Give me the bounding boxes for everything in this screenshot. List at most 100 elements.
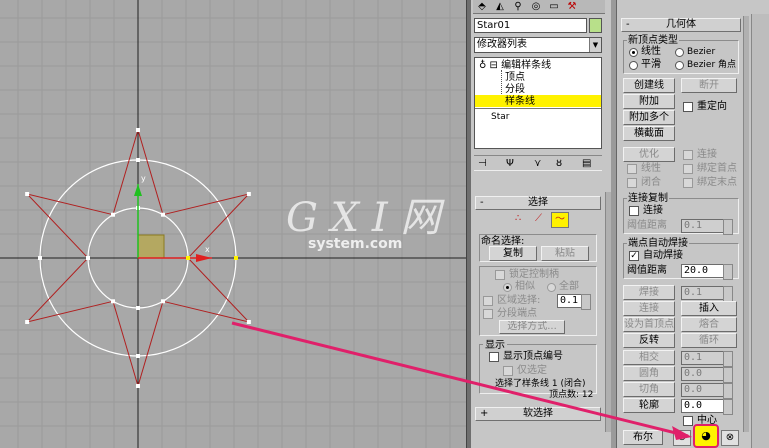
- center-checkbox[interactable]: [683, 416, 693, 426]
- star-vertex[interactable]: [161, 212, 165, 217]
- bezier-corner-radio[interactable]: [675, 61, 684, 70]
- create-line-button[interactable]: 创建线: [623, 78, 675, 93]
- segment-end-checkbox[interactable]: [483, 309, 493, 319]
- fuse-button[interactable]: 熔合: [681, 317, 737, 332]
- panel-scrollbar-right[interactable]: [743, 16, 749, 432]
- hierarchy-tab-icon[interactable]: ⚲: [511, 1, 525, 13]
- object-name-field[interactable]: Star01: [474, 18, 587, 33]
- boolean-button[interactable]: 布尔: [623, 430, 663, 445]
- circle-vertex[interactable]: [136, 158, 140, 162]
- stack-root-item[interactable]: ♁ ⊟ 编辑样条线: [479, 60, 551, 72]
- stack-base-object[interactable]: Star: [491, 111, 509, 123]
- cross-section-button[interactable]: 横截面: [623, 126, 675, 141]
- reverse-button[interactable]: 反转: [623, 333, 675, 348]
- attach-multiple-button[interactable]: 附加多个: [623, 110, 675, 125]
- paste-button[interactable]: 粘贴: [541, 246, 589, 261]
- copy-button[interactable]: 复制: [489, 246, 537, 261]
- collapse-minus-icon[interactable]: -: [480, 197, 484, 209]
- modifier-list-dropdown[interactable]: 修改器列表 ▼: [474, 37, 602, 53]
- object-color-swatch[interactable]: [589, 18, 602, 33]
- star-vertex[interactable]: [111, 212, 115, 217]
- make-first-button[interactable]: 设为首顶点: [623, 317, 675, 332]
- motion-tab-icon[interactable]: ◎: [529, 1, 543, 13]
- star-vertex[interactable]: [25, 192, 30, 196]
- make-unique-icon[interactable]: ⋎: [534, 158, 541, 170]
- spline-level-icon[interactable]: 〜: [551, 212, 569, 228]
- fillet-spinner[interactable]: 0.0: [681, 367, 733, 383]
- reorient-checkbox[interactable]: [683, 102, 693, 112]
- pin-stack-icon[interactable]: ⊣: [478, 158, 487, 170]
- configure-sets-icon[interactable]: ▤: [582, 158, 591, 170]
- connect-checkbox[interactable]: [683, 150, 693, 160]
- modifier-stack[interactable]: ♁ ⊟ 编辑样条线 顶点 分段 样条线 Star: [474, 57, 602, 149]
- connect-copy-checkbox[interactable]: [629, 206, 639, 216]
- circle-vertex[interactable]: [38, 256, 42, 260]
- lightbulb-icon[interactable]: ♁: [479, 60, 486, 71]
- weld-button[interactable]: 焊接: [623, 285, 675, 300]
- area-select-checkbox[interactable]: [483, 296, 493, 306]
- star-vertex[interactable]: [136, 384, 140, 388]
- all-radio[interactable]: [547, 283, 556, 292]
- auto-weld-checkbox[interactable]: ✓: [629, 251, 639, 261]
- stack-sub-spline[interactable]: 样条线: [505, 96, 535, 108]
- chevron-down-icon[interactable]: ▼: [589, 38, 601, 52]
- vertex-level-icon[interactable]: ∴: [515, 212, 535, 226]
- select-by-button[interactable]: 选择方式...: [499, 320, 565, 334]
- bezier-radio[interactable]: [675, 48, 684, 57]
- selected-only-checkbox[interactable]: [503, 366, 513, 376]
- connect-button[interactable]: 连接: [623, 301, 675, 316]
- circle-vertex[interactable]: [86, 256, 90, 260]
- refine-button[interactable]: 优化: [623, 147, 675, 162]
- segment-level-icon[interactable]: ⟋: [535, 212, 549, 226]
- insert-button[interactable]: 插入: [681, 301, 737, 316]
- circle-vertex[interactable]: [136, 354, 140, 358]
- linear-checkbox[interactable]: [627, 164, 637, 174]
- expand-plus-icon[interactable]: +: [480, 408, 488, 420]
- linear-radio[interactable]: [629, 48, 638, 57]
- utilities-tab-icon[interactable]: ⚒: [565, 1, 579, 13]
- bind-first-checkbox[interactable]: [683, 164, 693, 174]
- collapse-icon[interactable]: ⊟: [490, 60, 498, 71]
- circle-vertex[interactable]: [136, 306, 140, 310]
- chamfer-button[interactable]: 切角: [623, 382, 675, 397]
- show-end-result-icon[interactable]: Ψ: [506, 158, 514, 170]
- show-vertex-numbers-checkbox[interactable]: [489, 352, 499, 362]
- boolean-intersect-icon[interactable]: ⊗: [721, 430, 739, 446]
- star-vertex[interactable]: [136, 128, 140, 132]
- display-tab-icon[interactable]: ▭: [547, 1, 561, 13]
- break-button[interactable]: 断开: [681, 78, 737, 93]
- outline-spinner[interactable]: 0.0: [681, 399, 733, 415]
- star-vertex[interactable]: [111, 299, 115, 304]
- weld-spinner[interactable]: 0.1: [681, 286, 733, 302]
- viewport-perspective[interactable]: y x: [0, 0, 468, 448]
- fillet-button[interactable]: 圆角: [623, 366, 675, 381]
- area-select-spinner[interactable]: 0.1: [557, 294, 591, 310]
- lock-handles-checkbox[interactable]: [495, 270, 505, 280]
- viewport-canvas[interactable]: y x: [0, 0, 468, 448]
- similar-radio[interactable]: [503, 283, 512, 292]
- closed-checkbox[interactable]: [627, 178, 637, 188]
- star-vertex[interactable]: [25, 320, 30, 324]
- geometry-rollout-header[interactable]: - 几何体: [621, 18, 741, 32]
- chamfer-spinner[interactable]: 0.0: [681, 383, 733, 399]
- bind-last-checkbox[interactable]: [683, 178, 693, 188]
- modify-tab-icon[interactable]: ◭: [493, 1, 507, 13]
- boolean-union-icon[interactable]: ⊘: [673, 430, 691, 446]
- star-vertex[interactable]: [246, 192, 251, 196]
- cycle-button[interactable]: 循环: [681, 333, 737, 348]
- stack-sub-vertex[interactable]: 顶点: [505, 72, 525, 84]
- panel-splitter[interactable]: [611, 0, 617, 448]
- transform-gizmo-plane[interactable]: [137, 234, 165, 259]
- star-vertex[interactable]: [161, 299, 165, 304]
- smooth-radio[interactable]: [629, 61, 638, 70]
- attach-button[interactable]: 附加: [623, 94, 675, 109]
- threshold-spinner[interactable]: 0.1: [681, 219, 733, 235]
- outline-button[interactable]: 轮廓: [623, 398, 675, 413]
- remove-modifier-icon[interactable]: ȣ: [556, 158, 562, 170]
- selection-rollout-header[interactable]: - 选择: [475, 196, 601, 210]
- cross-insert-spinner[interactable]: 0.1: [681, 351, 733, 367]
- soft-selection-rollout-header[interactable]: + 软选择: [475, 407, 601, 421]
- boolean-subtract-icon[interactable]: ◕: [693, 424, 719, 448]
- star-vertex[interactable]: [246, 320, 251, 324]
- cross-insert-button[interactable]: 相交: [623, 350, 675, 365]
